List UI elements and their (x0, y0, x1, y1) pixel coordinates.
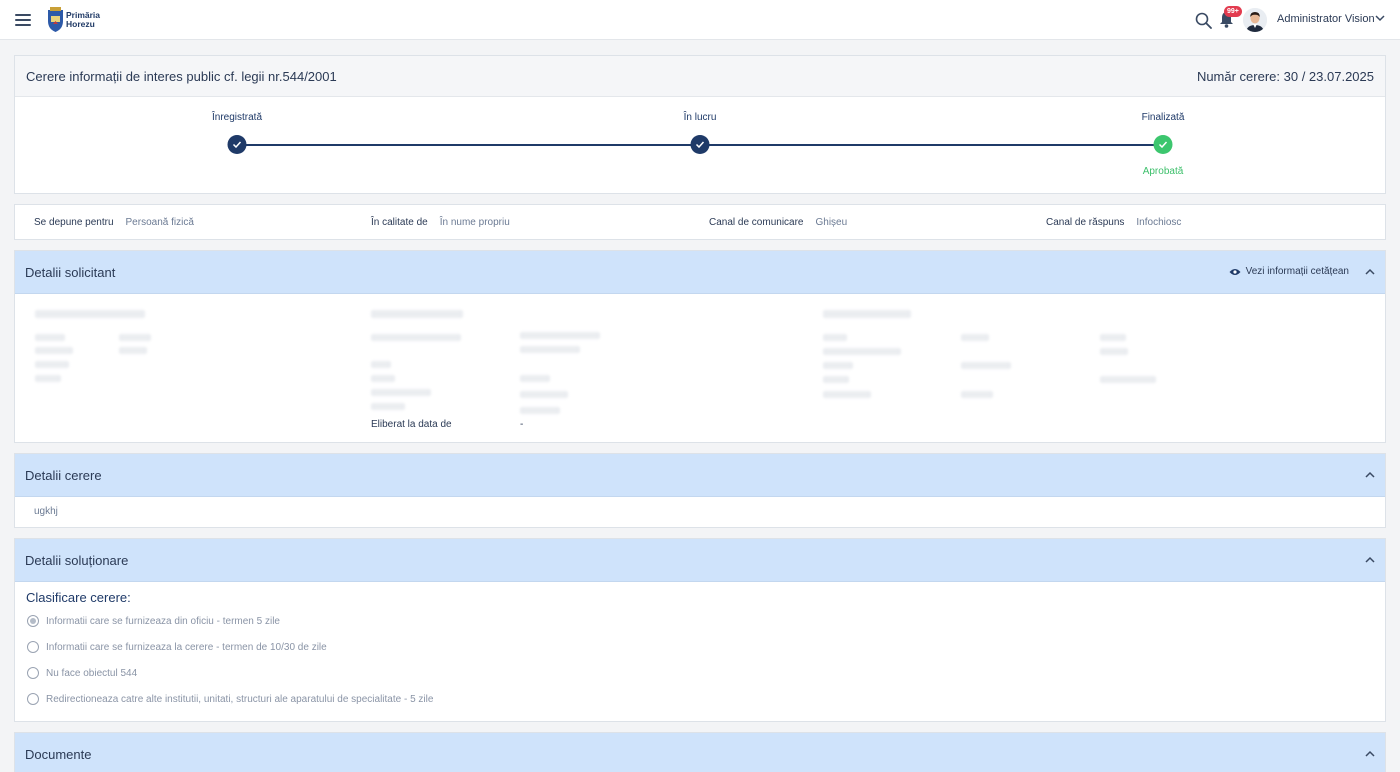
applicant-details-section: Detalii solicitant Vezi informații cetăț… (14, 250, 1386, 443)
step-label-in-progress: În lucru (683, 112, 717, 123)
info-key: Se depune pentru (34, 217, 114, 228)
issued-date-value: - (520, 419, 524, 430)
section-title: Detalii cerere (25, 468, 102, 483)
info-key: În calitate de (371, 217, 428, 228)
request-details-text: ugkhj (34, 506, 58, 517)
applicant-details-header[interactable]: Detalii solicitant Vezi informații cetăț… (15, 251, 1385, 294)
radio-button[interactable] (27, 641, 39, 653)
radio-button[interactable] (27, 667, 39, 679)
resolution-details-header[interactable]: Detalii soluționare (15, 539, 1385, 582)
chevron-up-icon[interactable] (1365, 268, 1375, 275)
section-title: Detalii soluționare (25, 553, 129, 568)
info-key: Canal de comunicare (709, 217, 804, 228)
user-avatar-icon (1243, 8, 1267, 32)
step-label-registered: Înregistrată (211, 112, 263, 123)
step-status-approved: Aprobată (1142, 166, 1184, 177)
classification-title: Clasificare cerere: (26, 590, 131, 605)
radio-label: Informatii care se furnizeaza din oficiu… (46, 615, 280, 627)
request-info-strip: Se depune pentru Persoană fizică În calit… (14, 204, 1386, 240)
info-key: Canal de răspuns (1046, 217, 1125, 228)
request-header-panel: Cerere informații de interes public cf. … (14, 55, 1386, 194)
info-value: Ghișeu (815, 217, 848, 228)
logo[interactable]: Primăria Horezu (47, 6, 100, 34)
info-value: În nume propriu (439, 217, 510, 228)
classification-option-ex-officio[interactable]: Informatii care se furnizeaza din oficiu… (27, 615, 280, 627)
progress-stepper: Înregistrată În lucru Finalizată Aprobat… (15, 97, 1385, 194)
chevron-up-icon[interactable] (1365, 471, 1375, 478)
chevron-up-icon[interactable] (1365, 556, 1375, 563)
section-title: Detalii solicitant (25, 265, 116, 280)
coat-of-arms-icon (48, 7, 63, 32)
user-name[interactable]: Administrator Vision (1277, 13, 1375, 25)
section-title: Documente (25, 747, 92, 762)
documents-section: Documente (14, 732, 1386, 772)
view-citizen-info-link[interactable]: Vezi informații cetățean (1229, 266, 1349, 277)
top-bar: Primăria Horezu 99+ Administrator Vision (0, 0, 1400, 40)
request-details-section: Detalii cerere ugkhj (14, 453, 1386, 528)
classification-option-not-544[interactable]: Nu face obiectul 544 (27, 667, 137, 679)
step-registered-check-icon (227, 135, 247, 154)
info-submitted-for: Se depune pentru Persoană fizică (34, 217, 194, 228)
classification-option-on-request[interactable]: Informatii care se furnizeaza la cerere … (27, 641, 327, 653)
step-label-finalized: Finalizată (1141, 112, 1185, 123)
documents-header[interactable]: Documente (15, 733, 1385, 772)
request-number: Număr cerere: 30 / 23.07.2025 (1196, 69, 1374, 84)
chevron-up-icon[interactable] (1365, 750, 1375, 757)
radio-button-checked[interactable] (27, 615, 39, 627)
issued-date-label: Eliberat la data de (371, 419, 452, 430)
chevron-down-icon[interactable] (1375, 15, 1385, 22)
info-value: Infochiosc (1136, 217, 1182, 228)
request-title: Cerere informații de interes public cf. … (26, 69, 337, 84)
radio-label: Nu face obiectul 544 (46, 667, 138, 679)
info-response-channel: Canal de răspuns Infochiosc (1046, 217, 1181, 228)
info-capacity: În calitate de În nume propriu (371, 217, 510, 228)
logo-line2: Horezu (66, 19, 95, 29)
hamburger-icon[interactable] (15, 14, 31, 27)
radio-button[interactable] (27, 693, 39, 705)
avatar[interactable] (1243, 8, 1267, 32)
logo-text: Primăria Horezu (66, 11, 100, 29)
info-communication-channel: Canal de comunicare Ghișeu (709, 217, 847, 228)
request-title-bar: Cerere informații de interes public cf. … (15, 56, 1385, 97)
step-in-progress-check-icon (690, 135, 710, 154)
resolution-details-section: Detalii soluționare Clasificare cerere: … (14, 538, 1386, 722)
step-finalized-check-icon (1153, 135, 1173, 154)
notification-badge: 99+ (1224, 6, 1242, 17)
radio-label: Redirectioneaza catre alte institutii, u… (46, 693, 434, 705)
view-citizen-info-label: Vezi informații cetățean (1245, 266, 1349, 277)
search-icon[interactable] (1195, 12, 1212, 29)
classification-option-redirect[interactable]: Redirectioneaza catre alte institutii, u… (27, 693, 433, 705)
eye-icon (1229, 268, 1241, 275)
info-value: Persoană fizică (125, 217, 194, 228)
request-details-header[interactable]: Detalii cerere (15, 454, 1385, 497)
radio-label: Informatii care se furnizeaza la cerere … (46, 641, 327, 653)
